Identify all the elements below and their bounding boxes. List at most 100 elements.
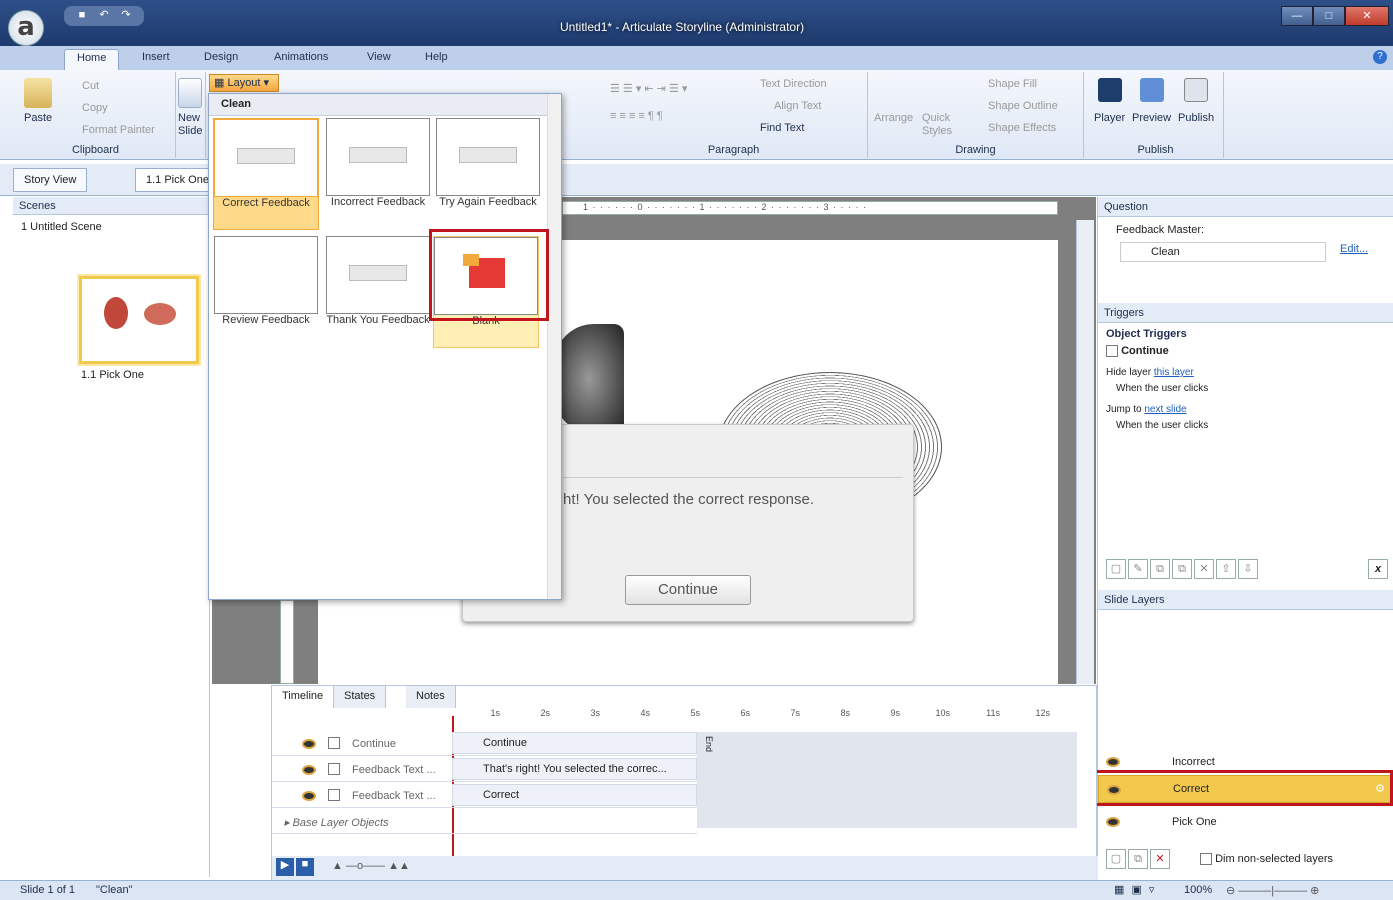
eye-icon[interactable] [1106,817,1120,827]
paste-trigger-icon[interactable]: ⧉ [1172,559,1192,579]
align-icons[interactable]: ≡ ≡ ≡ ≡ ¶ ¶ [610,110,663,122]
tab-view[interactable]: View [355,49,403,70]
help-icon[interactable]: ? [1373,50,1387,64]
trigger-1-link[interactable]: this layer [1154,367,1194,378]
slide-thumbnail[interactable] [79,276,199,364]
edit-link[interactable]: Edit... [1340,243,1368,255]
layout-thank-you-feedback[interactable]: Thank You Feedback [325,236,431,348]
preview-button[interactable]: Preview [1132,112,1171,124]
tab-design[interactable]: Design [192,49,250,70]
minimize-button[interactable]: — [1281,6,1313,26]
shape-effects-button[interactable]: Shape Effects [988,122,1056,134]
edit-trigger-icon[interactable]: ✎ [1128,559,1148,579]
align-text-button[interactable]: Align Text [774,100,822,112]
format-painter-button[interactable]: Format Painter [82,124,155,136]
tab-insert[interactable]: Insert [130,49,182,70]
feedback-master-select[interactable]: Clean [1120,242,1326,262]
copy-trigger-icon[interactable]: ⧉ [1150,559,1170,579]
states-tab[interactable]: States [334,686,387,708]
new-slide-icon[interactable] [178,78,202,108]
delete-layer-icon[interactable]: ✕ [1150,849,1170,869]
continue-button[interactable]: Continue [625,575,751,605]
player-icon[interactable] [1098,78,1122,102]
layout-incorrect-feedback[interactable]: Incorrect Feedback [325,118,431,230]
trigger-object[interactable]: Continue [1106,345,1169,358]
timeline-bar[interactable]: That's right! You selected the correc... [452,758,697,780]
slides-group: New Slide [176,72,206,158]
layer-pick-one[interactable]: Pick One [1098,809,1393,835]
timeline-row[interactable]: Continue Continue [272,732,697,756]
eye-icon[interactable] [302,791,316,801]
variables-button[interactable]: x [1368,559,1388,579]
dialog-divider [563,477,903,478]
duplicate-layer-icon[interactable]: ⧉ [1128,849,1148,869]
close-button[interactable]: ✕ [1345,6,1389,26]
zoom-slider[interactable]: ▲ —o—— ▲▲ [332,860,410,872]
eye-icon[interactable] [302,765,316,775]
tab-help[interactable]: Help [413,49,460,70]
eye-icon[interactable] [302,739,316,749]
shape-outline-button[interactable]: Shape Outline [988,100,1058,112]
lock-checkbox[interactable] [328,737,340,749]
save-icon[interactable]: ■ [74,8,90,22]
lock-checkbox[interactable] [328,789,340,801]
timeline-row[interactable]: Feedback Text ... Correct [272,784,697,808]
app-menu-button[interactable]: a [8,10,44,46]
text-direction-button[interactable]: Text Direction [760,78,827,90]
publish-button[interactable]: Publish [1178,112,1214,124]
new-slide-button[interactable]: New Slide [178,112,206,138]
layout-try-again-feedback[interactable]: Try Again Feedback [435,118,541,230]
feedback-text[interactable]: ht! You selected the correct response. [563,491,814,508]
new-trigger-icon[interactable]: ▢ [1106,559,1126,579]
eye-icon[interactable] [1106,757,1120,767]
redo-icon[interactable]: ↷ [118,8,134,22]
find-text-button[interactable]: Find Text [760,122,804,134]
new-layer-icon[interactable]: ▢ [1106,849,1126,869]
trigger-2-link[interactable]: next slide [1144,404,1186,415]
view-buttons[interactable]: ▦ ▣ ▿ [1114,883,1156,896]
layout-button[interactable]: ▦ Layout ▾ [209,74,279,92]
trigger-1[interactable]: Hide layer this layer [1106,367,1194,378]
stop-button[interactable]: ■ [296,858,314,876]
arrange-button[interactable]: Arrange [874,112,913,124]
head-image[interactable] [554,324,624,434]
tab-animations[interactable]: Animations [262,49,340,70]
dim-layers-checkbox[interactable]: Dim non-selected layers [1200,853,1333,866]
copy-button[interactable]: Copy [82,102,108,114]
cut-button[interactable]: Cut [82,80,99,92]
timeline-bar[interactable]: Correct [452,784,697,806]
timeline-row[interactable]: Feedback Text ... That's right! You sele… [272,758,697,782]
layout-gallery: Clean Correct Feedback Incorrect Feedbac… [208,93,562,600]
trigger-2[interactable]: Jump to next slide [1106,404,1187,415]
tab-home[interactable]: Home [64,49,120,70]
layout-correct-feedback[interactable]: Correct Feedback [213,118,319,230]
story-view-tab[interactable]: Story View [13,168,88,192]
maximize-button[interactable]: □ [1313,6,1345,26]
end-marker[interactable]: End [704,736,714,752]
base-layer-row[interactable]: ▸ Base Layer Objects [272,810,697,834]
scene-name[interactable]: 1 Untitled Scene [13,215,209,239]
layout-gallery-scrollbar[interactable] [547,94,561,599]
move-up-icon[interactable]: ⇧ [1216,559,1236,579]
publish-icon[interactable] [1184,78,1208,102]
move-down-icon[interactable]: ⇩ [1238,559,1258,579]
quick-styles-button[interactable]: Quick Styles [922,112,956,138]
canvas-scrollbar[interactable] [1076,220,1094,684]
lock-checkbox[interactable] [328,763,340,775]
play-button[interactable]: ▶ [276,858,294,876]
notes-tab[interactable]: Notes [406,686,456,708]
drawing-group: Arrange Quick Styles Shape Fill Shape Ou… [868,72,1084,158]
paste-icon[interactable] [24,78,52,108]
preview-icon[interactable] [1140,78,1164,102]
undo-icon[interactable]: ↶ [96,8,112,22]
player-button[interactable]: Player [1094,112,1125,124]
dim-checkbox-icon[interactable] [1200,853,1212,866]
layout-review-feedback[interactable]: Review Feedback [213,236,319,348]
timeline-tab[interactable]: Timeline [272,686,335,708]
zoom-slider[interactable]: ⊖ ———|——— ⊕ [1226,884,1319,897]
delete-trigger-icon[interactable]: ✕ [1194,559,1214,579]
timeline-bar[interactable]: Continue [452,732,697,754]
bullets-icon[interactable]: ☰ ☰ ▾ ⇤ ⇥ ☰ ▾ [610,82,687,95]
paste-button[interactable]: Paste [24,112,52,124]
shape-fill-button[interactable]: Shape Fill [988,78,1037,90]
